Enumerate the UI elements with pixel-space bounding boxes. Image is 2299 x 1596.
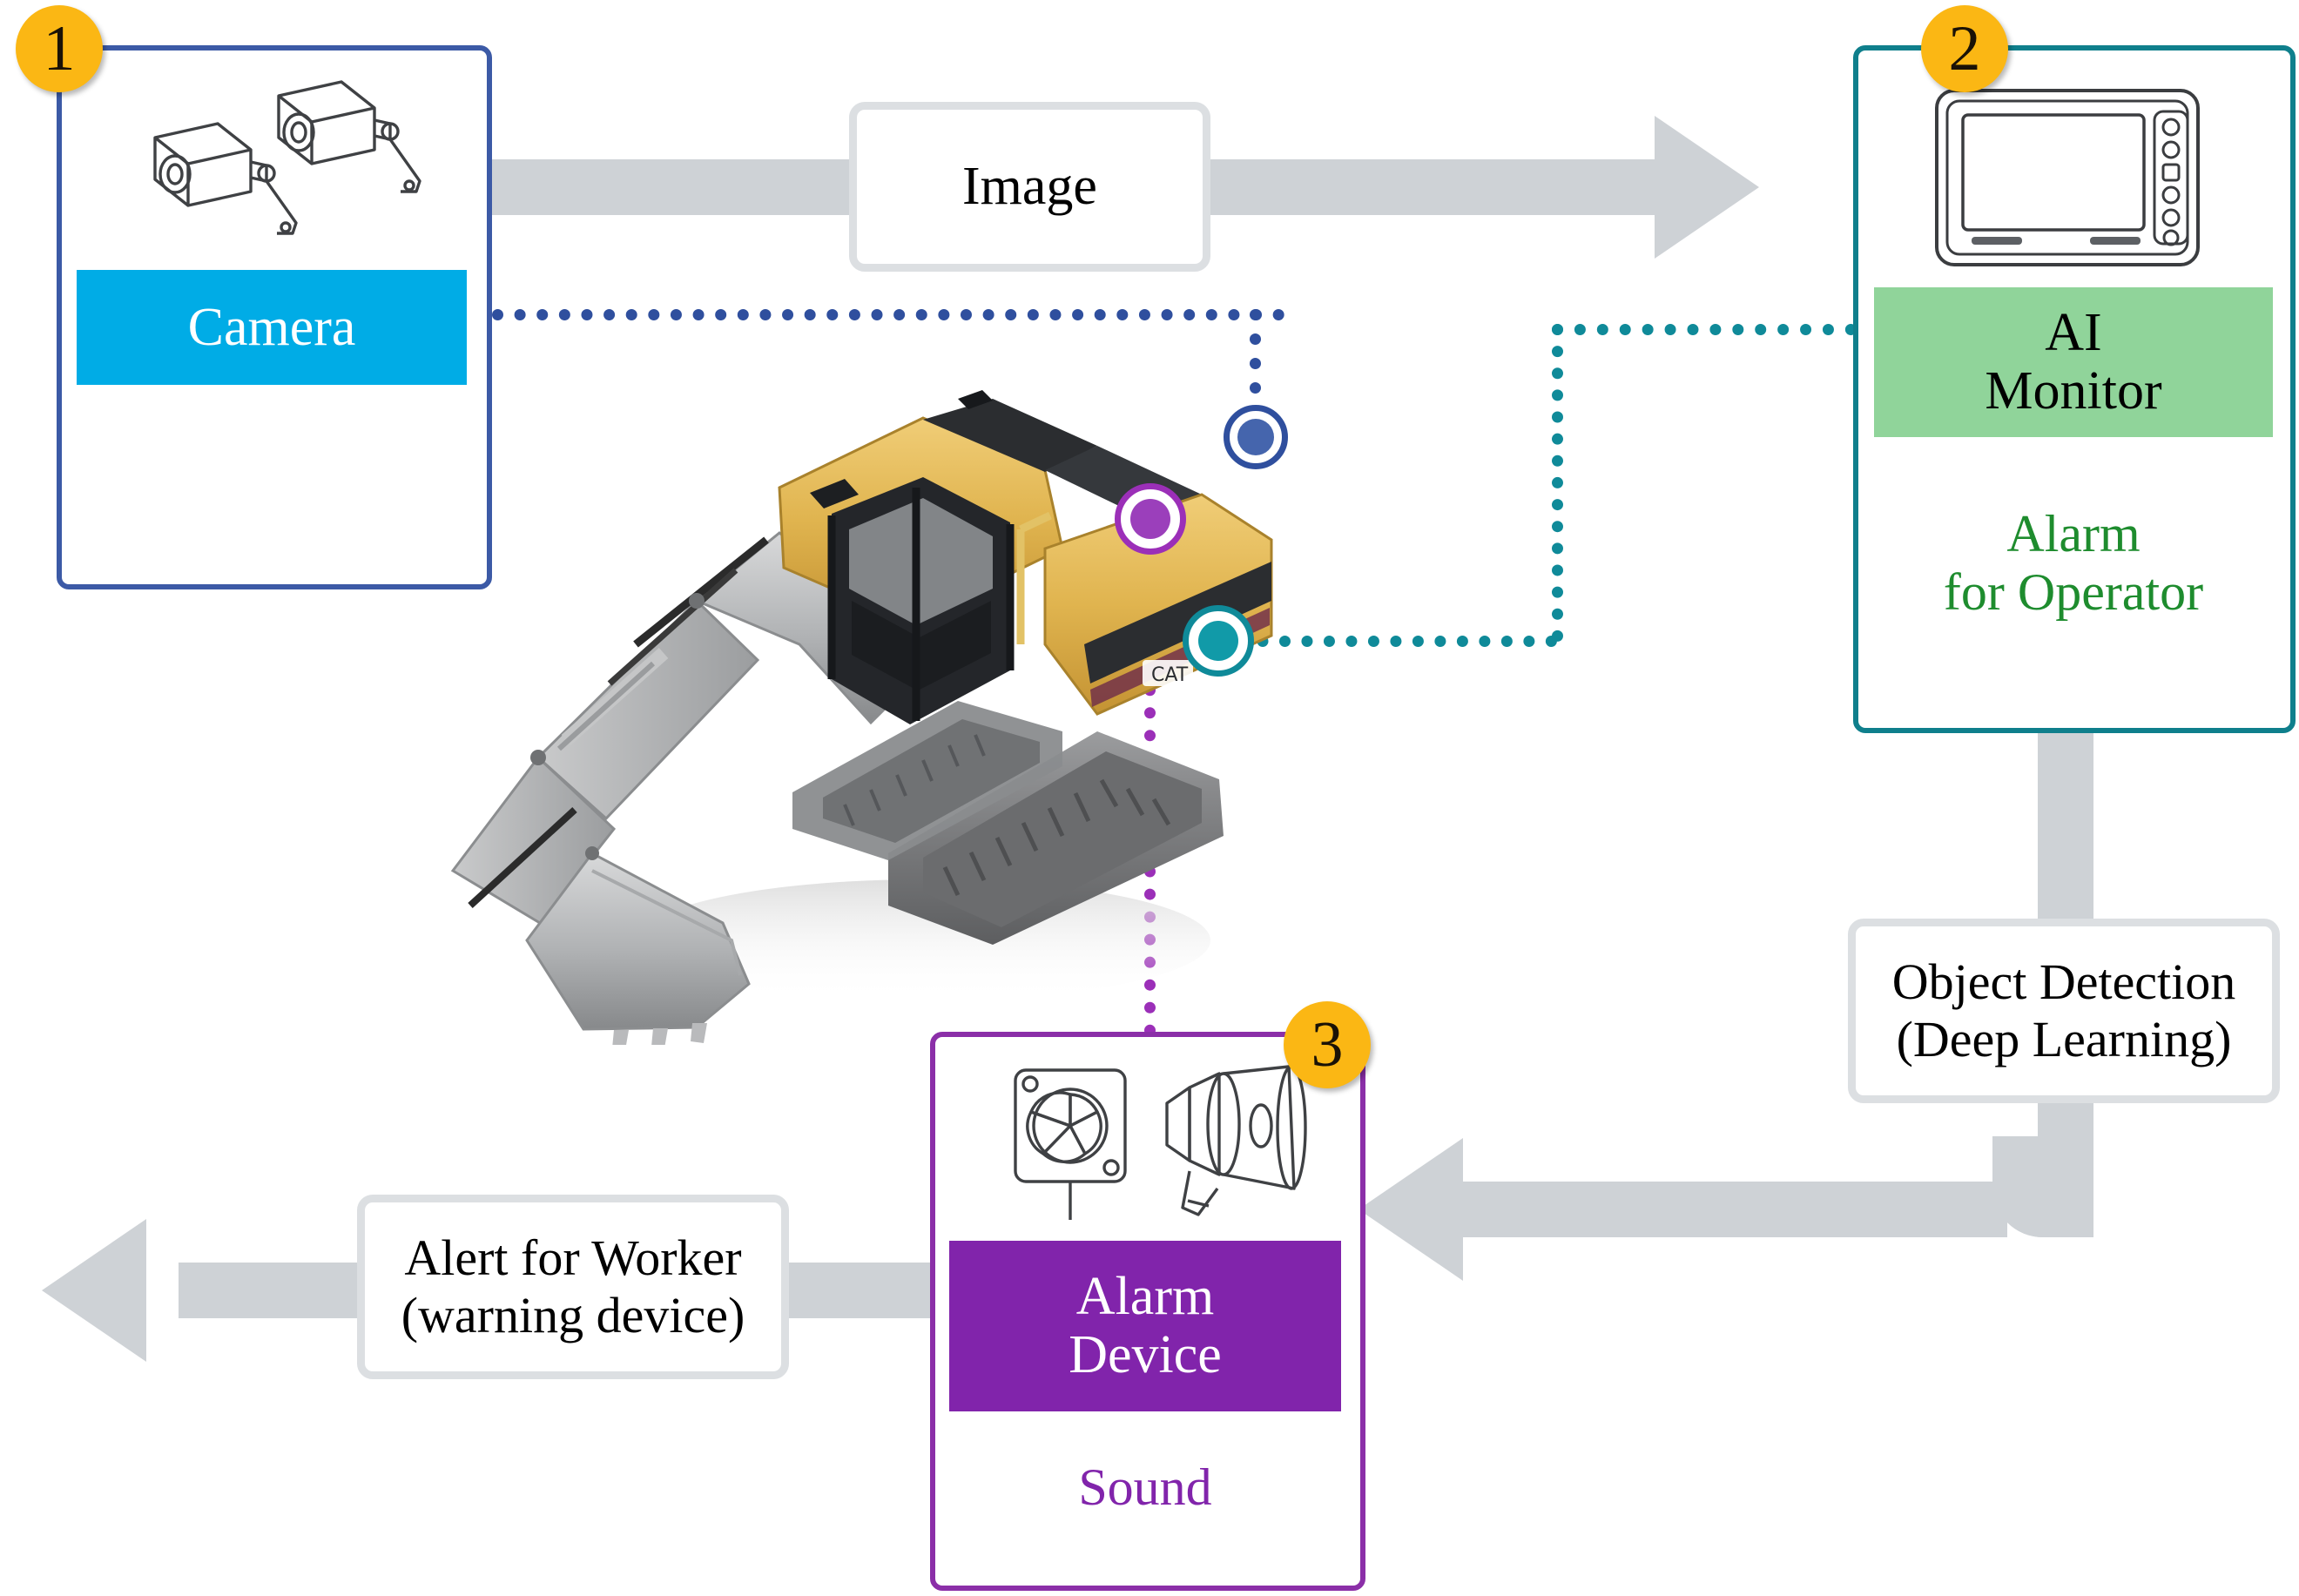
step-badge-1-number: 1 bbox=[43, 12, 76, 84]
arrow-monitor-to-alarm-elbow bbox=[1992, 1136, 2093, 1237]
siren-horn-speaker-icon bbox=[1001, 1058, 1315, 1232]
monitor-label-bar: AI Monitor bbox=[1874, 287, 2273, 437]
step-badge-2: 2 bbox=[1921, 5, 2008, 92]
svg-text:CAT: CAT bbox=[1151, 664, 1189, 686]
camera-label: Camera bbox=[187, 297, 356, 357]
flow-label-alert-line2: (warning device) bbox=[401, 1287, 745, 1343]
camera-label-bar: Camera bbox=[77, 270, 467, 385]
flow-label-object-detection-line1: Object Detection bbox=[1891, 953, 2236, 1010]
flow-label-image-text: Image bbox=[962, 157, 1097, 217]
alarm-caption-text: Sound bbox=[1078, 1458, 1212, 1516]
alarm-label-line2: Device bbox=[1069, 1325, 1222, 1384]
flow-label-alert-line1: Alert for Worker bbox=[404, 1229, 742, 1286]
monitor-caption: Alarm for Operator bbox=[1874, 505, 2273, 622]
flow-label-image: Image bbox=[849, 102, 1210, 272]
flow-label-object-detection-line2: (Deep Learning) bbox=[1896, 1011, 2232, 1067]
dotted-link-monitor-upper-horizontal bbox=[1552, 324, 1857, 335]
excavator-photo: CAT bbox=[435, 383, 1411, 1050]
flow-label-alert-for-worker: Alert for Worker (warning device) bbox=[357, 1195, 789, 1379]
arrow-camera-to-monitor-head bbox=[1655, 116, 1759, 259]
dotted-link-monitor-vertical bbox=[1552, 324, 1563, 642]
alarm-label-line1: Alarm bbox=[1075, 1267, 1215, 1327]
cctv-camera-pair-icon bbox=[113, 70, 435, 253]
monitor-label-line2: Monitor bbox=[1985, 361, 2162, 421]
diagram-canvas: CAT Camera 1 AI Monitor Alarm for Operat… bbox=[0, 0, 2299, 1596]
display-monitor-icon bbox=[1925, 78, 2212, 279]
monitor-label-line1: AI bbox=[2045, 303, 2102, 363]
flow-label-object-detection: Object Detection (Deep Learning) bbox=[1848, 919, 2280, 1103]
camera-mount-marker bbox=[1224, 405, 1288, 469]
monitor-caption-line2: for Operator bbox=[1943, 563, 2204, 622]
monitor-mount-marker bbox=[1183, 605, 1254, 677]
monitor-caption-line1: Alarm bbox=[2006, 505, 2141, 562]
step-badge-3-number: 3 bbox=[1311, 1008, 1344, 1081]
dotted-link-camera-horizontal bbox=[492, 309, 1284, 320]
step-badge-2-number: 2 bbox=[1948, 12, 1981, 84]
alarm-mount-marker bbox=[1115, 483, 1186, 555]
arrow-monitor-to-alarm-horizontal bbox=[1463, 1182, 2007, 1237]
alarm-label-bar: Alarm Device bbox=[949, 1241, 1341, 1411]
arrow-alarm-to-worker-head bbox=[42, 1219, 146, 1362]
alarm-caption: Sound bbox=[949, 1458, 1341, 1517]
step-badge-1: 1 bbox=[16, 5, 103, 92]
step-badge-3: 3 bbox=[1284, 1001, 1371, 1088]
arrow-monitor-to-alarm-head bbox=[1358, 1138, 1463, 1281]
